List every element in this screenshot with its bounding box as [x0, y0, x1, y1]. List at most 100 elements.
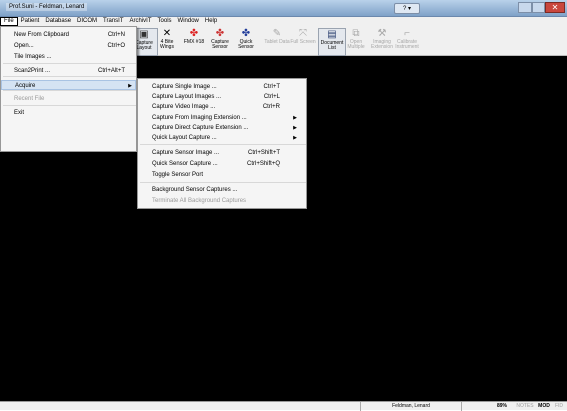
toolbar-button-label: Open Multiple — [347, 39, 365, 50]
menu-database[interactable]: Database — [42, 17, 74, 26]
menu-patient[interactable]: Patient — [18, 17, 43, 26]
acquire-menu-item-terminate-all-background-captures: Terminate All Background Captures — [138, 196, 306, 206]
menu-item-label: Acquire — [15, 83, 36, 89]
menu-help[interactable]: Help — [202, 17, 220, 26]
file-menu-item-recent-file: Recent File — [1, 94, 136, 104]
minimize-button[interactable] — [518, 2, 532, 13]
menu-item-label: Capture Direct Capture Extension ... — [152, 125, 249, 131]
acquire-menu-item-background-sensor-captures[interactable]: Background Sensor Captures ... — [138, 185, 306, 195]
calibrate-icon: ⌐ — [404, 28, 410, 39]
tablet-button[interactable]: ✎ Tablet Data — [264, 28, 290, 54]
menu-separator — [140, 182, 306, 183]
submenu-arrow-icon: ▶ — [293, 115, 297, 121]
menu-item-label: Capture Sensor Image ... — [152, 150, 220, 156]
submenu-arrow-icon: ▶ — [128, 83, 132, 89]
toolbar-button-label: Document List — [320, 40, 344, 51]
menu-item-label: Scan2Print ... — [14, 68, 51, 74]
maximize-button[interactable] — [532, 2, 545, 13]
menu-dicom[interactable]: DICOM — [74, 17, 100, 26]
help-dropdown[interactable]: ? ▾ — [394, 3, 420, 14]
open-multiple-button[interactable]: ⧉ Open Multiple — [343, 28, 369, 54]
menu-item-label: Exit — [14, 110, 25, 116]
file-menu: New From Clipboard Ctrl+N Open... Ctrl+O Til… — [0, 26, 137, 152]
quick-sensor-button[interactable]: ✤ Quick Sensor — [233, 28, 259, 54]
file-menu-item-tile-images[interactable]: Tile Images ... — [1, 52, 136, 62]
menu-item-label: Recent File — [14, 96, 45, 102]
toolbar-button-label: Capture Sensor — [211, 39, 229, 50]
toolbar-button-label: FMX #18 — [183, 39, 205, 45]
bitewing-icon: ✕ — [162, 28, 172, 39]
menu-item-label: Open... — [14, 43, 34, 49]
menu-separator — [3, 105, 136, 106]
submenu-arrow-icon: ▶ — [293, 125, 297, 131]
sensor-button[interactable]: ✤ Capture Sensor — [207, 28, 233, 54]
menu-item-label: Terminate All Background Captures — [152, 198, 247, 204]
file-menu-item-scan2print[interactable]: Scan2Print ... Ctrl+Alt+T — [1, 66, 136, 76]
menu-item-label: Capture Single Image ... — [152, 84, 217, 90]
acquire-menu-item-quick-layout-capture[interactable]: Quick Layout Capture ... ▶ — [138, 133, 306, 143]
toolbar-button-label: Calibrate Instrument — [395, 39, 419, 50]
acquire-menu-item-capture-from-imaging-extension[interactable]: Capture From Imaging Extension ... ▶ — [138, 113, 306, 123]
sensor-icon: ✤ — [215, 28, 225, 39]
fullscreen-button[interactable]: ⤧ Full Screen — [290, 28, 316, 54]
file-menu-item-open[interactable]: Open... Ctrl+O — [1, 41, 136, 51]
window-title: Prof.Suni - Feldman, Lenard — [6, 3, 88, 11]
menu-item-label: Quick Sensor Capture ... — [152, 161, 218, 167]
imaging-extension-button[interactable]: ⚒ Imaging Extension — [369, 28, 395, 54]
menu-window[interactable]: Window — [175, 17, 202, 26]
menu-archivit[interactable]: ArchivIT — [127, 17, 155, 26]
menu-item-shortcut: Ctrl+O — [107, 43, 125, 49]
toolbar-button-label: Tablet Data — [264, 39, 290, 45]
menu-item-shortcut: Ctrl+Shift+T — [247, 150, 280, 156]
title-bar: Prof.Suni - Feldman, Lenard ? ▾ ✕ — [0, 0, 567, 17]
acquire-submenu: Capture Single Image ... Ctrl+T Capture La… — [137, 78, 307, 209]
fmx-icon: ✤ — [189, 28, 199, 39]
file-menu-item-acquire[interactable]: Acquire ▶ — [1, 80, 136, 90]
menu-separator — [140, 144, 306, 145]
status-bar: Feldman, Lenard 89% NOTES MOD FID — [0, 401, 567, 411]
file-menu-item-exit[interactable]: Exit — [1, 108, 136, 118]
menu-item-label: Tile Images ... — [14, 54, 52, 60]
menu-item-label: Background Sensor Captures ... — [152, 187, 238, 193]
menu-item-label: Capture From Imaging Extension ... — [152, 115, 247, 121]
fmx-button[interactable]: ✤ FMX #18 — [181, 28, 207, 54]
close-button[interactable]: ✕ — [545, 2, 565, 13]
toolbar-button-label: Quick Sensor — [238, 39, 254, 50]
toolbar-button-label: Capture Layout — [135, 40, 153, 51]
menu-item-shortcut: Ctrl+T — [263, 84, 281, 90]
menu-item-shortcut: Ctrl+Shift+Q — [246, 161, 280, 167]
calibrate-button[interactable]: ⌐ Calibrate Instrument — [394, 28, 420, 54]
acquire-menu-item-capture-layout-images[interactable]: Capture Layout Images ... Ctrl+L — [138, 92, 306, 102]
menu-item-shortcut: Ctrl+N — [107, 32, 125, 38]
menu-separator — [3, 76, 136, 77]
file-menu-item-new-from-clipboard[interactable]: New From Clipboard Ctrl+N — [1, 30, 136, 40]
submenu-arrow-icon: ▶ — [293, 135, 297, 141]
menu-item-shortcut: Ctrl+R — [262, 104, 280, 110]
menu-transit[interactable]: TransIT — [100, 17, 126, 26]
menu-item-shortcut: Ctrl+Alt+T — [97, 68, 125, 74]
imaging-extension-icon: ⚒ — [377, 28, 387, 39]
menu-item-label: New From Clipboard — [14, 32, 70, 38]
menu-bar: File Patient Database DICOM TransIT Arch… — [0, 17, 567, 26]
acquire-menu-item-capture-video-image[interactable]: Capture Video Image ... Ctrl+R — [138, 102, 306, 112]
menu-tools[interactable]: Tools — [155, 17, 175, 26]
document-button[interactable]: ▤ Document List — [318, 28, 346, 56]
menu-file[interactable]: File — [0, 17, 18, 26]
acquire-menu-item-quick-sensor-capture[interactable]: Quick Sensor Capture ... Ctrl+Shift+Q — [138, 159, 306, 169]
acquire-menu-item-capture-direct-capture-extension[interactable]: Capture Direct Capture Extension ... ▶ — [138, 123, 306, 133]
menu-item-shortcut: Ctrl+L — [263, 94, 280, 100]
acquire-menu-item-capture-sensor-image[interactable]: Capture Sensor Image ... Ctrl+Shift+T — [138, 148, 306, 158]
toolbar-button-label: Imaging Extension — [371, 39, 393, 50]
acquire-menu-item-toggle-sensor-port[interactable]: Toggle Sensor Port — [138, 170, 306, 180]
menu-separator — [3, 63, 136, 64]
bitewing-button[interactable]: ✕ 4 Bite Wings — [154, 28, 180, 54]
tablet-icon: ✎ — [272, 28, 282, 39]
menu-item-label: Quick Layout Capture ... — [152, 135, 217, 141]
document-icon: ▤ — [327, 29, 337, 40]
quick-sensor-icon: ✤ — [241, 28, 251, 39]
acquire-menu-item-capture-single-image[interactable]: Capture Single Image ... Ctrl+T — [138, 82, 306, 92]
menu-item-label: Capture Video Image ... — [152, 104, 216, 110]
open-multiple-icon: ⧉ — [352, 28, 360, 39]
toolbar-button-label: 4 Bite Wings — [160, 39, 174, 50]
menu-item-label: Toggle Sensor Port — [152, 172, 204, 178]
